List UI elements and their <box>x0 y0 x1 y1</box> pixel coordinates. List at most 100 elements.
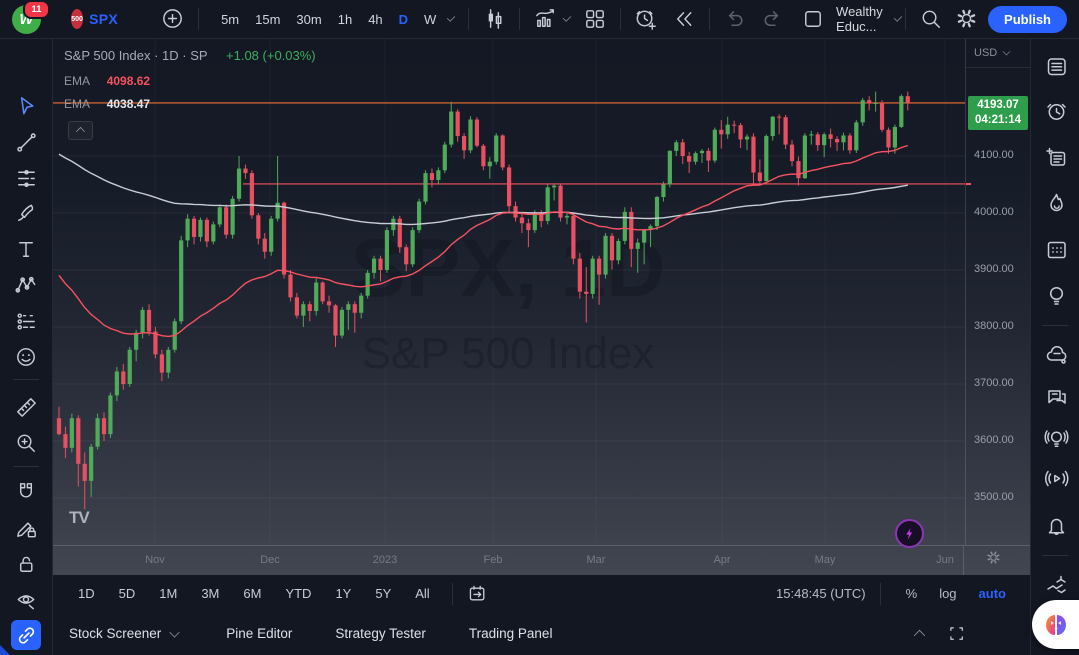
panel-expand-chevron-icon[interactable] <box>913 629 926 642</box>
ruler-tool-button[interactable] <box>11 392 41 422</box>
range-6m[interactable]: 6M <box>243 586 261 601</box>
compare-add-button[interactable] <box>158 4 188 34</box>
fib-retracement-tool-button[interactable] <box>11 163 41 193</box>
timeframe-4h[interactable]: 4h <box>368 12 382 27</box>
emoji-tool-button[interactable] <box>11 342 41 372</box>
trend-line-tool-button[interactable] <box>11 127 41 157</box>
time-tick: Dec <box>260 554 280 566</box>
object-tree-sidebar-button[interactable] <box>1041 569 1071 599</box>
draw-lock-icon <box>17 522 36 538</box>
brain-icon <box>1046 614 1066 635</box>
range-1y[interactable]: 1Y <box>335 586 351 601</box>
indicator-templates-button[interactable] <box>580 4 610 34</box>
hide-icon <box>17 595 35 610</box>
lock-tool-button[interactable] <box>11 549 41 579</box>
bar-countdown: 04:21:14 <box>974 114 1022 126</box>
hotlists-icon <box>1049 193 1063 211</box>
settings-button[interactable] <box>952 4 982 34</box>
panel-tab-strategy-tester[interactable]: Strategy Tester <box>335 626 426 641</box>
indicator-ema-fast[interactable]: EMA 4098.62 <box>64 74 316 88</box>
undo-button[interactable] <box>720 4 750 34</box>
panel-maximize-button[interactable] <box>942 619 972 649</box>
indicators-chevron-icon[interactable] <box>562 13 572 22</box>
chat-sidebar-button[interactable] <box>1041 381 1071 411</box>
cursor-icon <box>20 97 34 115</box>
legend-collapse-button[interactable] <box>68 121 93 140</box>
log-scale-toggle[interactable]: log <box>939 586 956 601</box>
screener-chevron-icon[interactable] <box>169 626 180 638</box>
indicator-ema-slow[interactable]: EMA 4038.47 <box>64 97 316 111</box>
layout-icon[interactable] <box>798 4 828 34</box>
notification-count-badge: 11 <box>23 0 50 19</box>
streams-icon <box>1044 470 1068 486</box>
indicators-button[interactable] <box>530 4 560 34</box>
time-axis[interactable]: Nov Dec 2023 Feb Mar Apr May Jun <box>52 545 1030 576</box>
alerts-sidebar-button[interactable] <box>1041 96 1071 126</box>
timeframe-1h[interactable]: 1h <box>338 12 352 27</box>
draw-lock-tool-button[interactable] <box>11 513 41 543</box>
hotlists-sidebar-button[interactable] <box>1041 188 1071 218</box>
alert-add-button[interactable] <box>631 4 661 34</box>
user-menu-button[interactable]: W 11 <box>12 0 50 35</box>
timeframe-5m[interactable]: 5m <box>221 12 239 27</box>
redo-button[interactable] <box>758 4 788 34</box>
zoom-in-tool-button[interactable] <box>11 428 41 458</box>
timeframe-15m[interactable]: 15m <box>255 12 280 27</box>
brush-tool-button[interactable] <box>11 198 41 228</box>
layout-chevron-icon[interactable] <box>893 13 903 22</box>
price-axis-currency[interactable]: USD <box>966 38 1031 68</box>
price-axis[interactable]: USD 4193.07 04:21:14 4100.00 4000.00 3900.… <box>965 38 1031 545</box>
panel-tab-stock-screener[interactable]: Stock Screener <box>69 626 183 641</box>
trend-line-icon <box>17 133 36 152</box>
hide-tool-button[interactable] <box>11 585 41 615</box>
link-tool-button[interactable] <box>11 620 41 650</box>
timeframe-menu-chevron-icon[interactable] <box>447 13 456 22</box>
tradingview-watermark-logo: TV <box>69 508 90 527</box>
timeframe-W[interactable]: W <box>424 12 436 27</box>
bar-replay-button[interactable] <box>669 4 699 34</box>
range-1d[interactable]: 1D <box>78 586 95 601</box>
cursor-tool-button[interactable] <box>11 91 41 121</box>
notifications-sidebar-button[interactable] <box>1041 510 1071 540</box>
go-to-date-button[interactable] <box>463 579 493 609</box>
publish-button[interactable]: Publish <box>988 5 1067 33</box>
auto-scale-toggle[interactable]: auto <box>979 586 1006 601</box>
forecast-tool-button[interactable] <box>11 306 41 336</box>
journal-icon <box>1045 147 1065 166</box>
price-chart[interactable]: SPX, 1DS&P 500 Index <box>52 38 965 545</box>
boost-button[interactable] <box>895 519 924 548</box>
timeframe-D[interactable]: D <box>399 12 408 27</box>
streams-sidebar-button[interactable] <box>1041 463 1071 493</box>
symbol-search-button[interactable]: SPX <box>89 11 118 27</box>
journal-sidebar-button[interactable] <box>1041 142 1071 172</box>
range-3m[interactable]: 3M <box>201 586 219 601</box>
legend-symbol-title[interactable]: S&P 500 Index · 1D · SP <box>64 48 208 63</box>
xabcd-pattern-tool-button[interactable] <box>11 270 41 300</box>
percent-scale-toggle[interactable]: % <box>906 586 918 601</box>
ai-assistant-button[interactable] <box>1032 600 1079 649</box>
text-tool-button[interactable] <box>11 234 41 264</box>
divider <box>451 582 453 605</box>
range-5d[interactable]: 5D <box>119 586 136 601</box>
range-1m[interactable]: 1M <box>159 586 177 601</box>
time-axis-settings-button[interactable] <box>985 549 1007 576</box>
magnet-tool-button[interactable] <box>11 477 41 507</box>
chart-style-candles-button[interactable] <box>479 4 509 34</box>
clock-utc[interactable]: 15:48:45 (UTC) <box>776 586 866 601</box>
chat-icon <box>1047 389 1066 404</box>
live-ideas-sidebar-button[interactable] <box>1041 423 1071 453</box>
ideas-sidebar-button[interactable] <box>1041 280 1071 310</box>
range-all[interactable]: All <box>415 586 429 601</box>
minds-sidebar-button[interactable] <box>1041 339 1071 369</box>
price-tick: 3600.00 <box>974 434 1014 446</box>
layout-name[interactable]: Wealthy Educ... <box>836 4 891 34</box>
range-ytd[interactable]: YTD <box>285 586 311 601</box>
price-tick: 4100.00 <box>974 149 1014 161</box>
panel-tab-trading-panel[interactable]: Trading Panel <box>469 626 553 641</box>
range-5y[interactable]: 5Y <box>375 586 391 601</box>
watchlist-sidebar-button[interactable] <box>1041 51 1071 81</box>
calendar-sidebar-button[interactable] <box>1041 234 1071 264</box>
search-button[interactable] <box>916 4 946 34</box>
panel-tab-pine-editor[interactable]: Pine Editor <box>226 626 292 641</box>
timeframe-30m[interactable]: 30m <box>296 12 321 27</box>
